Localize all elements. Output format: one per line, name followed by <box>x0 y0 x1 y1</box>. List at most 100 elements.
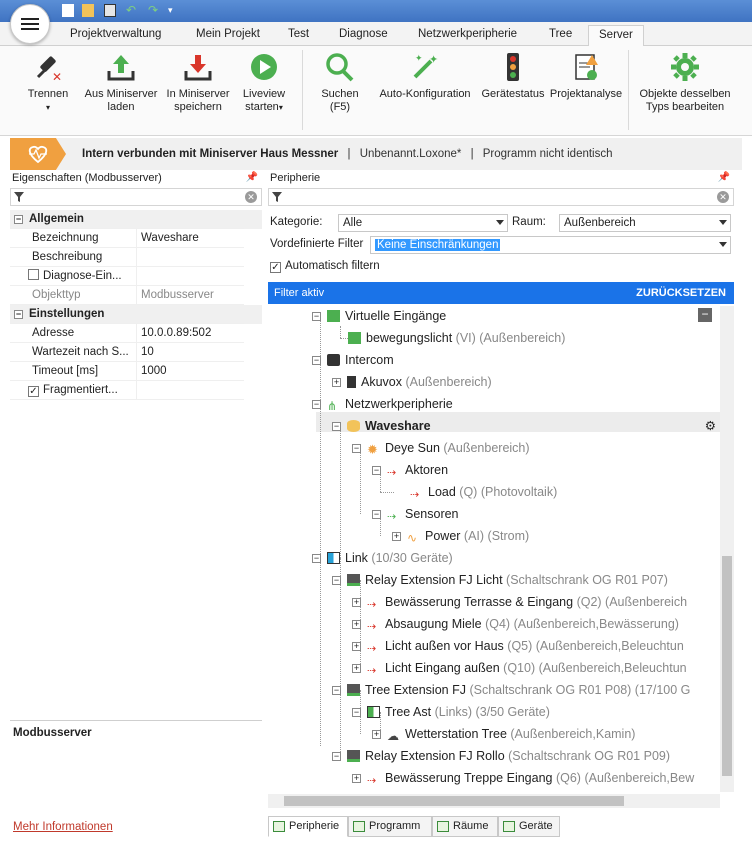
tree-filter-input[interactable]: ✕ <box>268 188 734 206</box>
collapse-icon[interactable]: − <box>312 356 321 365</box>
category-allgemein[interactable]: − Allgemein <box>10 210 262 229</box>
tree-node-licht-eingang[interactable]: + ⇢ Licht Eingang außen (Q10) (Außenbereic… <box>352 658 687 678</box>
tree-node-akuvox[interactable]: + Akuvox (Außenbereich) <box>332 372 492 392</box>
tree-node-link[interactable]: − Link (10/30 Geräte) <box>312 548 453 568</box>
more-information-link[interactable]: Mehr Informationen <box>13 821 113 833</box>
pin-icon[interactable]: 📌 <box>246 172 258 183</box>
tree-node-network-peripherals[interactable]: − ⋔ Netzwerkperipherie <box>312 394 453 414</box>
expand-icon[interactable]: + <box>392 532 401 541</box>
property-row[interactable]: Timeout [ms] 1000 <box>10 362 262 381</box>
tab-mein-projekt[interactable]: Mein Projekt <box>196 28 260 40</box>
tree-node-deye-sun[interactable]: − ✹ Deye Sun (Außenbereich) <box>352 438 530 458</box>
pin-icon[interactable]: 📌 <box>718 172 730 183</box>
collapse-icon[interactable]: − <box>372 510 381 519</box>
expand-icon[interactable]: + <box>372 730 381 739</box>
tab-test[interactable]: Test <box>288 28 309 40</box>
device-status-button[interactable]: Gerätestatus <box>478 50 548 101</box>
tab-geraete[interactable]: Geräte <box>498 816 560 837</box>
tab-diagnose[interactable]: Diagnose <box>339 28 388 40</box>
collapse-all-icon[interactable]: − <box>698 308 712 322</box>
redo-icon[interactable]: ↷ <box>148 4 160 17</box>
save-to-miniserver-button[interactable]: In Miniserver speichern <box>160 50 236 114</box>
gear-icon[interactable]: ⚙ <box>705 416 716 436</box>
property-row[interactable]: ✓ Fragmentiert... <box>10 381 262 400</box>
tree-node-relay-licht[interactable]: − Relay Extension FJ Licht (Schaltschrank… <box>332 570 668 590</box>
property-row[interactable]: Bezeichnung Waveshare <box>10 229 262 248</box>
collapse-icon[interactable]: − <box>352 444 361 453</box>
property-filter-input[interactable]: ✕ <box>10 188 262 206</box>
tree-node-relay-rollo[interactable]: − Relay Extension FJ Rollo (Schaltschrank… <box>332 746 670 766</box>
tree-node-absaugung[interactable]: + ⇢ Absaugung Miele (Q4) (Außenbereich,Bew… <box>352 614 679 634</box>
tab-tree[interactable]: Tree <box>549 28 572 40</box>
tree-node-bewegungslicht[interactable]: bewegungslicht (VI) (Außenbereich) <box>348 328 565 348</box>
tab-projektverwaltung[interactable]: Projektverwaltung <box>70 28 161 40</box>
collapse-icon[interactable]: − <box>14 215 23 224</box>
property-row[interactable]: Adresse 10.0.0.89:502 <box>10 324 262 343</box>
fragmentiert-checkbox[interactable]: ✓ <box>28 386 39 397</box>
property-row[interactable]: Wartezeit nach S... 10 <box>10 343 262 362</box>
expand-icon[interactable]: + <box>352 664 361 673</box>
collapse-icon[interactable]: − <box>312 312 321 321</box>
search-button[interactable]: Suchen (F5) <box>314 50 366 114</box>
auto-filter-checkbox[interactable]: ✓ <box>270 262 281 273</box>
expand-icon[interactable]: + <box>332 378 341 387</box>
collapse-icon[interactable]: − <box>332 686 341 695</box>
customize-dropdown-icon[interactable]: ▾ <box>168 4 180 17</box>
new-file-icon[interactable] <box>62 4 74 17</box>
collapse-icon[interactable]: − <box>352 708 361 717</box>
property-row[interactable]: Beschreibung <box>10 248 262 267</box>
tree-node-bewaesserung-terrasse[interactable]: + ⇢ Bewässerung Terrasse & Eingang (Q2) (A… <box>352 592 687 612</box>
tab-server[interactable]: Server <box>588 25 644 47</box>
expand-icon[interactable]: + <box>352 620 361 629</box>
tree-node-bewaesserung-treppe[interactable]: + ⇢ Bewässerung Treppe Eingang (Q6) (Außen… <box>352 768 694 788</box>
project-analysis-button[interactable]: Projektanalyse <box>546 50 626 101</box>
undo-icon[interactable]: ↶ <box>126 4 138 17</box>
expand-icon[interactable]: + <box>352 642 361 651</box>
tree-node-sensoren[interactable]: − ⇢ Sensoren <box>372 504 459 524</box>
tree-node-load[interactable]: ⇢ Load (Q) (Photovoltaik) <box>410 482 557 502</box>
scroll-thumb[interactable] <box>722 556 732 776</box>
collapse-icon[interactable]: − <box>332 752 341 761</box>
tree-node-power[interactable]: + ∿ Power (AI) (Strom) <box>392 526 529 546</box>
collapse-icon[interactable]: − <box>312 554 321 563</box>
collapse-icon[interactable]: − <box>14 310 23 319</box>
liveview-start-button[interactable]: Liveview starten▾ <box>238 50 290 114</box>
collapse-icon[interactable]: − <box>332 422 341 431</box>
tree-node-tree-extension[interactable]: − Tree Extension FJ (Schaltschrank OG R01… <box>332 680 690 700</box>
tab-programm[interactable]: Programm <box>348 816 432 837</box>
kategorie-dropdown[interactable]: Alle <box>338 214 508 232</box>
disconnect-button[interactable]: ✕ Trennen ▾ <box>22 50 74 114</box>
tree-node-licht-aussen[interactable]: + ⇢ Licht außen vor Haus (Q5) (Außenbereic… <box>352 636 684 656</box>
tab-netzwerkperipherie[interactable]: Netzwerkperipherie <box>418 28 517 40</box>
tree-node-aktoren[interactable]: − ⇢ Aktoren <box>372 460 448 480</box>
main-menu-button[interactable] <box>10 4 50 44</box>
expand-icon[interactable]: + <box>352 774 361 783</box>
collapse-icon[interactable]: − <box>372 466 381 475</box>
scroll-thumb[interactable] <box>284 796 624 806</box>
diagnose-checkbox[interactable] <box>28 269 39 280</box>
property-row[interactable]: Diagnose-Ein... <box>10 267 262 286</box>
tree-node-virtual-inputs[interactable]: − Virtuelle Eingänge <box>312 306 446 326</box>
tree-horizontal-scrollbar[interactable] <box>268 794 720 808</box>
tab-peripherie[interactable]: Peripherie <box>268 816 348 837</box>
expand-icon[interactable]: + <box>352 598 361 607</box>
tree-node-wetterstation[interactable]: + ☁ Wetterstation Tree (Außenbereich,Kamin… <box>372 724 635 744</box>
predefined-filter-dropdown[interactable]: Keine Einschränkungen <box>370 236 731 254</box>
clear-filter-icon[interactable]: ✕ <box>245 191 257 203</box>
edit-same-type-button[interactable]: Objekte desselben Typs bearbeiten <box>634 50 736 114</box>
auto-configuration-button[interactable]: ✦ ✦ Auto-Konfiguration <box>372 50 478 101</box>
open-folder-icon[interactable] <box>82 4 94 17</box>
tree-vertical-scrollbar[interactable] <box>720 306 734 792</box>
raum-dropdown[interactable]: Außenbereich <box>559 214 731 232</box>
tree-node-tree-ast[interactable]: − Tree Ast (Links) (3/50 Geräte) <box>352 702 550 722</box>
tree-node-intercom[interactable]: − Intercom <box>312 350 394 370</box>
load-from-miniserver-button[interactable]: Aus Miniserver laden <box>80 50 162 114</box>
collapse-icon[interactable]: − <box>332 576 341 585</box>
clear-filter-icon[interactable]: ✕ <box>717 191 729 203</box>
collapse-icon[interactable]: − <box>312 400 321 409</box>
tab-raeume[interactable]: Räume <box>432 816 498 837</box>
reset-filter-button[interactable]: ZURÜCKSETZEN <box>636 282 726 304</box>
category-einstellungen[interactable]: − Einstellungen <box>10 305 262 324</box>
save-icon[interactable] <box>104 4 116 17</box>
tree-node-waveshare[interactable]: − Waveshare ⚙ <box>332 416 720 436</box>
